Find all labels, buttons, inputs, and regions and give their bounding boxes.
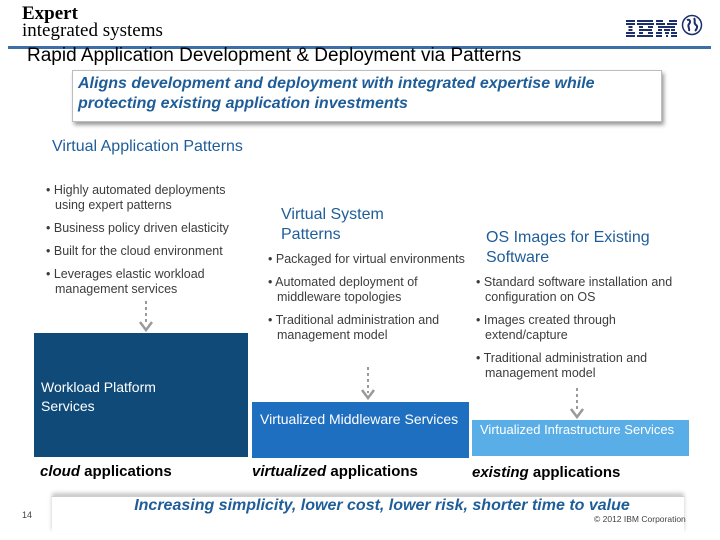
footer-rest: applications (528, 464, 621, 481)
down-arrow-icon (361, 367, 375, 401)
globe-icon (681, 14, 703, 36)
footer-cloud-applications: cloud applications (40, 463, 172, 481)
list-item: Standard software installation and confi… (476, 275, 701, 305)
footer-emphasis: existing (472, 464, 529, 481)
tagline: Increasing simplicity, lower cost, lower… (134, 497, 630, 514)
footer-rest: applications (80, 463, 172, 480)
footer-existing-applications: existing applications (472, 464, 620, 482)
down-arrow-icon (139, 301, 153, 333)
logo-integrated-systems: integrated systems (22, 20, 163, 41)
bullet-list-virtual-application: Highly automated deployments using exper… (46, 183, 256, 305)
bullet-list-virtual-system: Packaged for virtual environments Automa… (268, 252, 468, 351)
list-item: Packaged for virtual environments (268, 252, 468, 267)
list-item: Highly automated deployments using exper… (46, 183, 256, 213)
column-title-virtual-system-patterns: Virtual System Patterns (281, 206, 384, 243)
bullet-list-os-images: Standard software installation and confi… (476, 275, 701, 389)
box-label: Virtualized Middleware Services (260, 411, 459, 427)
footer-emphasis: cloud (40, 463, 80, 480)
page-number: 14 (22, 510, 33, 520)
footer-emphasis: virtualized (252, 463, 327, 480)
box-label: Workload Platform Services (41, 379, 156, 414)
ibm-logo (626, 20, 677, 37)
list-item: Leverages elastic workload management se… (46, 267, 256, 297)
box-label: Virtualized Infrastructure Services (480, 422, 675, 437)
list-item: Built for the cloud environment (46, 244, 256, 259)
footer-rest: applications (326, 463, 418, 480)
list-item: Images created through extend/capture (476, 313, 701, 343)
list-item: Traditional administration and managemen… (476, 351, 701, 381)
column-title-virtual-application-patterns: Virtual Application Patterns (52, 138, 243, 155)
banner-text: Aligns development and deployment with i… (78, 75, 595, 112)
footer-virtualized-applications: virtualized applications (252, 463, 418, 481)
page-title: Rapid Application Development & Deployme… (27, 45, 522, 66)
copyright: © 2012 IBM Corporation (594, 514, 686, 524)
down-arrow-icon (570, 388, 584, 420)
list-item: Business policy driven elasticity (46, 221, 256, 236)
column-title-os-images: OS Images for Existing Software (486, 229, 650, 266)
list-item: Automated deployment of middleware topol… (268, 275, 468, 305)
list-item: Traditional administration and managemen… (268, 313, 468, 343)
